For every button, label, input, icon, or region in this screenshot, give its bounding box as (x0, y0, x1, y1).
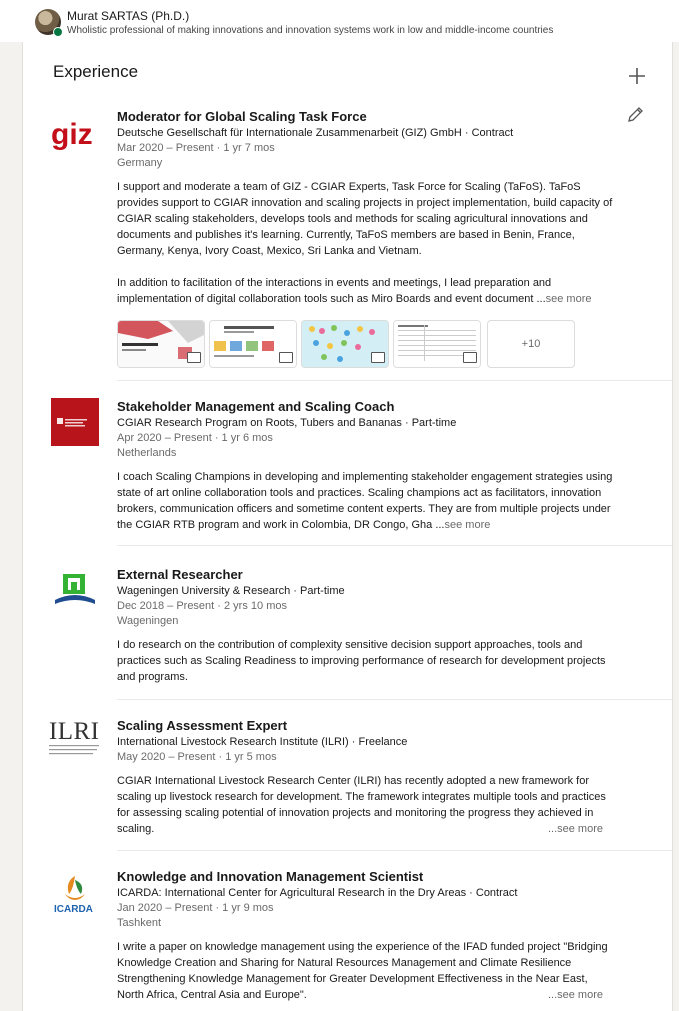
location: Germany (117, 157, 163, 169)
profile-name[interactable]: Murat SARTAS (Ph.D.) (67, 9, 189, 23)
ilri-logo-text: ILRI (49, 718, 99, 745)
more-media-button[interactable]: +10 (487, 320, 575, 368)
icarda-logo: ICARDA (51, 872, 99, 920)
giz-logo-text: giz (51, 118, 93, 151)
job-title[interactable]: Knowledge and Innovation Management Scie… (117, 868, 617, 885)
location: Netherlands (117, 447, 177, 459)
media-thumbnail[interactable] (209, 320, 297, 368)
company-name: CGIAR Research Program on Roots, Tubers … (117, 417, 457, 429)
description: I coach Scaling Champions in developing … (117, 469, 617, 533)
see-more-link[interactable]: ...see more (117, 821, 617, 837)
see-more-link[interactable]: see more (546, 293, 592, 305)
location: Wageningen (117, 615, 179, 627)
job-title[interactable]: Stakeholder Management and Scaling Coach (117, 398, 617, 415)
plus-icon[interactable] (625, 64, 649, 88)
see-more-link[interactable]: see more (445, 519, 491, 531)
company-name: Wageningen University & Research · Part-… (117, 585, 345, 597)
ilri-logo: ILRI (49, 715, 101, 763)
image-icon (187, 352, 201, 363)
job-title[interactable]: Scaling Assessment Expert (117, 717, 617, 734)
company-name: International Livestock Research Institu… (117, 736, 408, 748)
icarda-logo-text: ICARDA (54, 904, 93, 915)
description-text: I coach Scaling Champions in developing … (117, 471, 613, 531)
profile-headline: Wholistic professional of making innovat… (67, 25, 554, 36)
description: CGIAR International Livestock Research C… (117, 773, 617, 837)
divider (117, 380, 672, 381)
company-name: Deutsche Gesellschaft für Internationale… (117, 127, 514, 139)
divider (117, 545, 672, 546)
description: I do research on the contribution of com… (117, 639, 606, 683)
date-range: May 2020 – Present · 1 yr 5 mos (117, 751, 277, 763)
media-attachments: +10 (117, 320, 597, 368)
location: Tashkent (117, 917, 162, 929)
giz-logo: giz (51, 112, 99, 160)
wageningen-logo (51, 568, 99, 616)
section-title: Experience (53, 62, 139, 81)
divider (117, 850, 672, 851)
image-icon (463, 352, 477, 363)
date-range: Jan 2020 – Present · 1 yr 9 mos (117, 902, 274, 914)
image-icon (279, 352, 293, 363)
job-title[interactable]: Moderator for Global Scaling Task Force (117, 108, 617, 125)
media-thumbnail[interactable] (393, 320, 481, 368)
date-range: Dec 2018 – Present · 2 yrs 10 mos (117, 600, 287, 612)
job-title[interactable]: External Researcher (117, 566, 617, 583)
image-icon (371, 352, 385, 363)
company-name: ICARDA: International Center for Agricul… (117, 887, 518, 899)
media-thumbnail[interactable] (117, 320, 205, 368)
divider (117, 699, 672, 700)
description: I write a paper on knowledge management … (117, 939, 617, 1003)
online-status-icon (53, 27, 63, 37)
date-range: Apr 2020 – Present · 1 yr 6 mos (117, 432, 273, 444)
media-thumbnail[interactable] (301, 320, 389, 368)
cgiar-rtb-logo (51, 398, 99, 446)
pencil-icon[interactable] (625, 105, 645, 125)
experience-section: Experience giz Moderator for Global Scal… (22, 42, 673, 1011)
description-text: I support and moderate a team of GIZ - C… (117, 181, 613, 305)
description: I support and moderate a team of GIZ - C… (117, 179, 617, 307)
date-range: Mar 2020 – Present · 1 yr 7 mos (117, 142, 275, 154)
profile-topbar: Murat SARTAS (Ph.D.) Wholistic professio… (0, 0, 679, 42)
